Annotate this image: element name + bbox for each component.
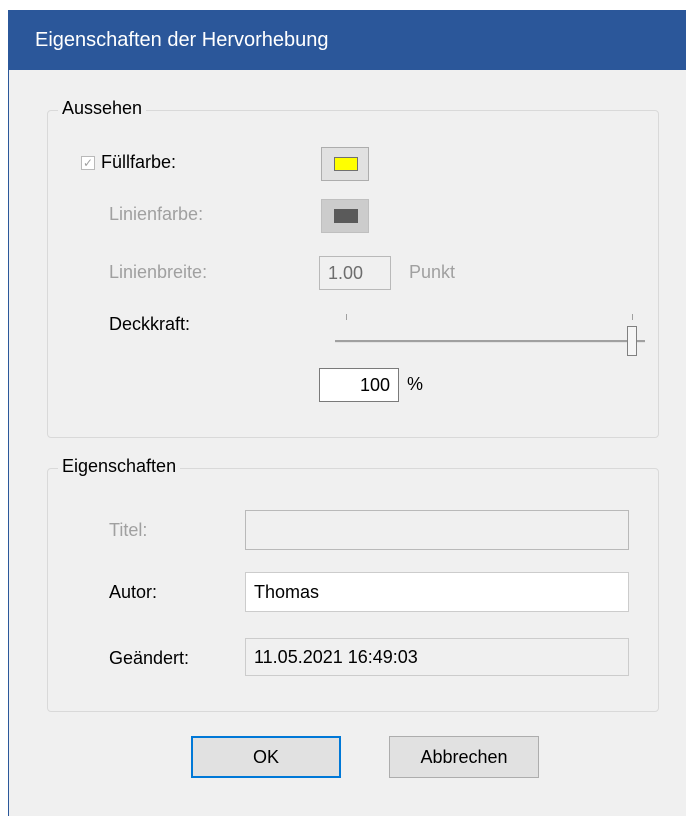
- opacity-field[interactable]: 100: [319, 368, 399, 402]
- opacity-slider-tick-max: [632, 314, 633, 320]
- opacity-unit: %: [407, 374, 424, 394]
- ok-button[interactable]: OK: [191, 736, 341, 778]
- opacity-label: Deckkraft:: [109, 314, 191, 334]
- fill-color-label: Füllfarbe:: [101, 152, 177, 172]
- opacity-slider-tick-min: [346, 314, 347, 320]
- line-width-label: Linienbreite:: [109, 262, 208, 282]
- line-color-button[interactable]: [321, 199, 369, 233]
- highlight-properties-dialog: Eigenschaften der Hervorhebung Aussehen …: [8, 10, 686, 816]
- line-color-swatch: [334, 209, 358, 223]
- opacity-slider-track[interactable]: [335, 340, 645, 343]
- author-field[interactable]: Thomas: [245, 572, 629, 612]
- line-color-label: Linienfarbe:: [109, 204, 204, 224]
- modified-label: Geändert:: [109, 648, 190, 668]
- opacity-slider-thumb[interactable]: [627, 326, 637, 356]
- fill-color-button[interactable]: [321, 147, 369, 181]
- modified-field: 11.05.2021 16:49:03: [245, 638, 629, 676]
- line-width-field[interactable]: 1.00: [319, 256, 391, 290]
- cancel-button[interactable]: Abbrechen: [389, 736, 539, 778]
- dialog-title: Eigenschaften der Hervorhebung: [9, 10, 686, 70]
- properties-group-title: Eigenschaften: [58, 456, 181, 477]
- fill-color-checkbox[interactable]: ✓: [81, 156, 95, 170]
- title-label: Titel:: [109, 520, 148, 540]
- line-width-unit: Punkt: [409, 262, 456, 282]
- appearance-group-title: Aussehen: [58, 98, 147, 119]
- title-field[interactable]: [245, 510, 629, 550]
- author-label: Autor:: [109, 582, 158, 602]
- fill-color-swatch: [334, 157, 358, 171]
